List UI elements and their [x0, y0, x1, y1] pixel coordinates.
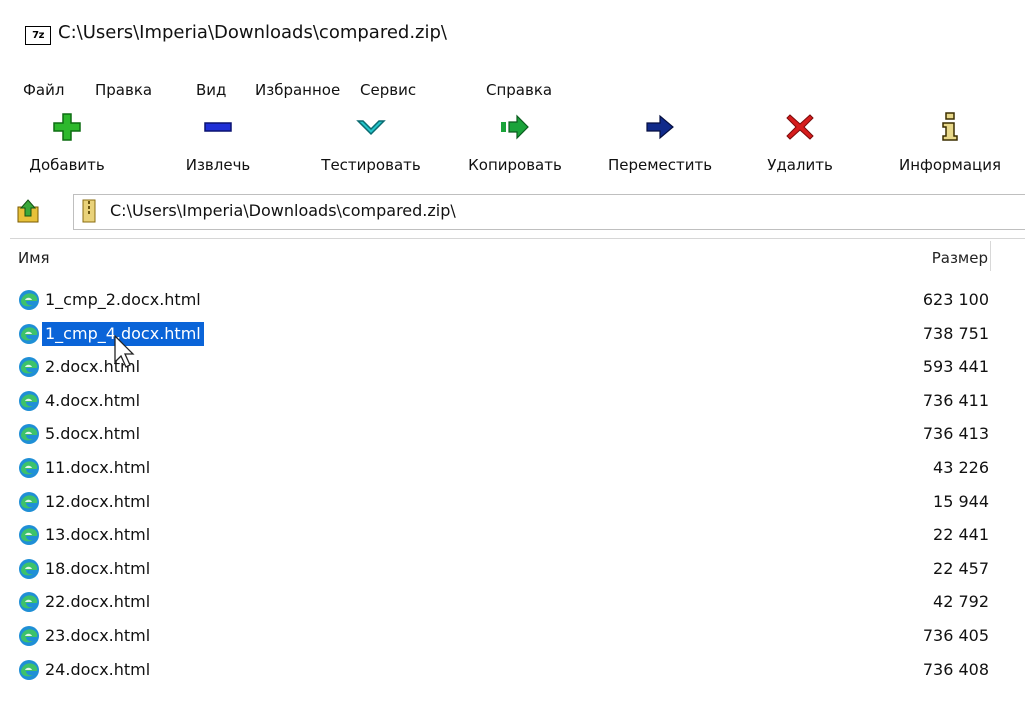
file-size: 22 441 [933, 525, 989, 545]
info-button-label: Информация [898, 156, 1002, 174]
address-bar: C:\Users\Imperia\Downloads\compared.zip\ [10, 194, 1025, 230]
info-icon [942, 112, 958, 141]
file-row[interactable]: 1_cmp_4.docx.html 738 751 [10, 319, 1025, 353]
7zip-app-icon: 7z [25, 26, 51, 45]
edge-html-file-icon [19, 323, 39, 344]
edge-html-file-icon [19, 558, 39, 579]
file-size: 15 944 [933, 491, 989, 511]
file-row[interactable]: 18.docx.html 22 457 [10, 554, 1025, 588]
file-row[interactable]: 11.docx.html 43 226 [10, 453, 1025, 487]
menu-tools[interactable]: Сервис [360, 81, 416, 99]
file-row[interactable]: 22.docx.html 42 792 [10, 587, 1025, 621]
add-button-label: Добавить [29, 156, 105, 174]
file-name[interactable]: 18.docx.html [42, 557, 153, 581]
path-field[interactable]: C:\Users\Imperia\Downloads\compared.zip\ [73, 194, 1025, 230]
extract-button[interactable]: Извлечь [165, 106, 271, 184]
file-size: 623 100 [922, 290, 989, 309]
file-size: 736 411 [922, 390, 989, 410]
title-bar: 7z C:\Users\Imperia\Downloads\compared.z… [0, 0, 1025, 72]
file-name[interactable]: 1_cmp_4.docx.html [41, 320, 205, 347]
file-size: 593 441 [922, 357, 989, 377]
column-separator[interactable] [990, 241, 991, 271]
edge-html-file-icon [19, 390, 39, 411]
add-button[interactable]: Добавить [15, 106, 119, 184]
file-row[interactable]: 1_cmp_2.docx.html 623 100 [10, 285, 1025, 319]
file-size: 736 413 [922, 424, 989, 444]
file-row[interactable]: 12.docx.html 15 944 [10, 487, 1025, 521]
file-name[interactable]: 22.docx.html [42, 590, 153, 614]
delete-button[interactable]: Удалить [755, 106, 845, 184]
file-name[interactable]: 5.docx.html [42, 422, 143, 446]
info-button[interactable]: Информация [878, 106, 1022, 184]
menu-edit[interactable]: Правка [95, 81, 152, 99]
file-name[interactable]: 2.docx.html [42, 355, 143, 379]
edge-html-file-icon [19, 491, 39, 512]
copy-button-label: Копировать [468, 156, 562, 174]
file-name[interactable]: 24.docx.html [42, 658, 153, 682]
file-name[interactable]: 1_cmp_2.docx.html [42, 288, 204, 312]
edge-html-file-icon [19, 659, 39, 680]
copy-icon [501, 114, 529, 140]
file-size: 43 226 [933, 458, 989, 477]
edge-html-file-icon [19, 626, 39, 646]
file-size: 738 751 [922, 323, 989, 343]
edge-html-file-icon [19, 525, 39, 546]
edge-html-file-icon [19, 290, 39, 310]
file-row[interactable]: 2.docx.html 593 441 [10, 352, 1025, 386]
edge-html-file-icon [19, 458, 39, 478]
edge-html-file-icon [19, 357, 39, 378]
file-name[interactable]: 4.docx.html [42, 389, 143, 413]
file-size: 42 792 [933, 592, 989, 612]
copy-button[interactable]: Копировать [453, 106, 577, 184]
extract-button-label: Извлечь [185, 156, 251, 174]
menu-file[interactable]: Файл [23, 81, 64, 99]
file-size: 736 405 [922, 626, 989, 645]
menu-view[interactable]: Вид [196, 81, 226, 99]
file-name[interactable]: 12.docx.html [42, 490, 153, 514]
column-header: Имя Размер [10, 239, 1025, 275]
file-row[interactable]: 5.docx.html 736 413 [10, 419, 1025, 453]
move-button-label: Переместить [607, 156, 713, 174]
extract-icon [204, 122, 232, 132]
path-text: C:\Users\Imperia\Downloads\compared.zip\ [110, 201, 456, 220]
menu-bar: Файл Правка Вид Избранное Сервис Справка [0, 72, 1025, 106]
file-row[interactable]: 4.docx.html 736 411 [10, 386, 1025, 420]
delete-icon [786, 114, 814, 140]
edge-html-file-icon [19, 592, 39, 613]
column-name-header[interactable]: Имя [18, 249, 50, 267]
add-icon [53, 113, 81, 141]
edge-html-file-icon [19, 424, 39, 445]
move-icon [646, 114, 674, 140]
column-size-header[interactable]: Размер [932, 249, 988, 267]
delete-button-label: Удалить [767, 156, 833, 174]
file-name[interactable]: 23.docx.html [42, 624, 153, 648]
menu-favorites[interactable]: Избранное [255, 81, 340, 99]
test-icon [356, 120, 386, 136]
test-button[interactable]: Тестировать [308, 106, 434, 184]
window-title: C:\Users\Imperia\Downloads\compared.zip\ [58, 22, 447, 43]
file-size: 22 457 [933, 558, 989, 578]
toolbar: Добавить Извлечь Тестировать Копировать … [10, 106, 1025, 184]
menu-help[interactable]: Справка [486, 81, 552, 99]
file-name[interactable]: 11.docx.html [42, 456, 153, 480]
file-list: Имя Размер 1_cmp_2.docx.html 623 100 1_cmp… [10, 238, 1025, 701]
folder-up-icon[interactable] [16, 198, 42, 224]
test-button-label: Тестировать [321, 156, 421, 174]
file-row[interactable]: 13.docx.html 22 441 [10, 520, 1025, 554]
file-row[interactable]: 23.docx.html 736 405 [10, 621, 1025, 655]
file-row[interactable]: 24.docx.html 736 408 [10, 655, 1025, 689]
file-size: 736 408 [922, 659, 989, 679]
move-button[interactable]: Переместить [592, 106, 728, 184]
file-name[interactable]: 13.docx.html [42, 523, 153, 547]
zip-folder-icon [82, 199, 96, 223]
